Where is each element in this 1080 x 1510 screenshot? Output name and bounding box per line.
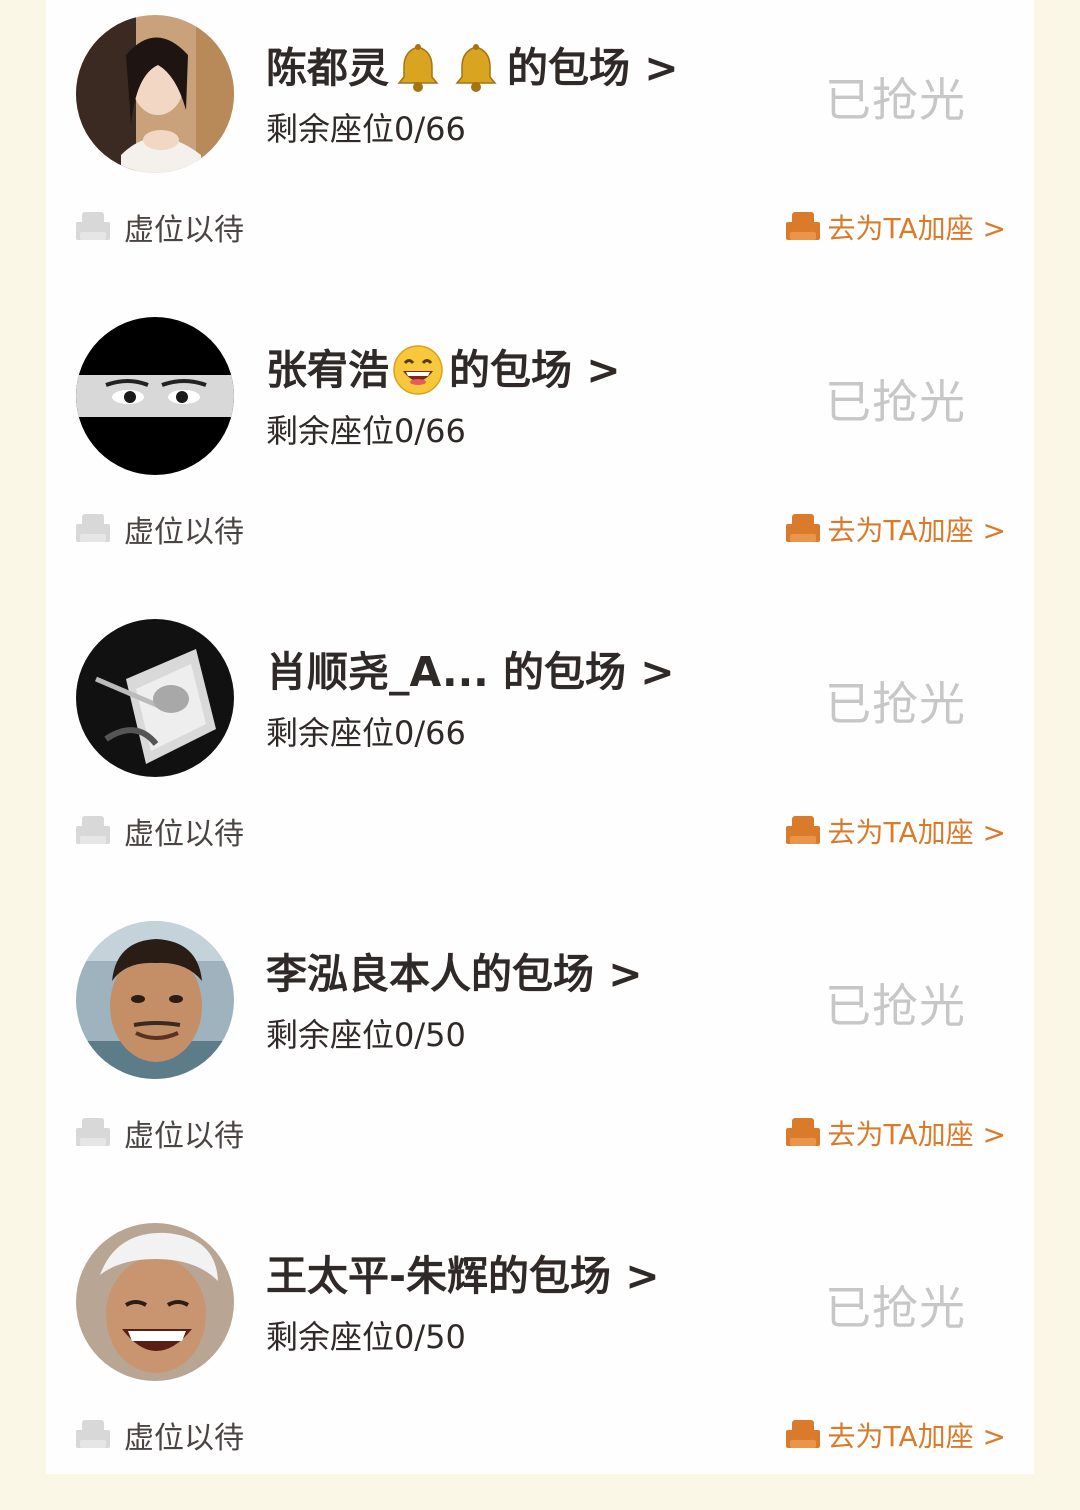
bell-icon [449,41,503,95]
seat-icon [76,1118,110,1146]
seat-icon [785,514,820,542]
seat-icon [76,514,110,542]
add-seat-button[interactable]: 去为TA加座 > [784,1413,1006,1457]
remaining-seats: 剩余座位0/66 [266,110,466,148]
avatar[interactable] [76,15,234,173]
seat-icon [785,212,820,240]
add-seat-label: 去为TA加座 > [827,816,1006,849]
host-name: 陈都灵 [266,44,389,92]
avatar[interactable] [76,921,234,1079]
screening-title[interactable]: 李泓良本人的包场 > [266,946,643,1002]
add-seat-label: 去为TA加座 > [827,1118,1006,1151]
wait-label: 虚位以待 [124,1119,244,1154]
add-seat-button[interactable]: 去为TA加座 > [784,507,1006,551]
sold-out-status: 已抢光 [825,73,966,127]
avatar[interactable] [76,317,234,475]
screening-card[interactable]: 张宥浩 的包场 > 剩余座位0/66 已抢光 虚位以待 去为TA加座 > [46,302,1034,604]
add-seat-label: 去为TA加座 > [827,212,1006,245]
wait-label: 虚位以待 [124,1421,244,1456]
host-name: 张宥浩 [266,346,389,394]
wait-label: 虚位以待 [124,515,244,550]
screening-title[interactable]: 肖顺尧_A... 的包场 > [266,644,675,700]
remaining-seats: 剩余座位0/66 [266,412,466,450]
seat-icon [785,1420,820,1448]
avatar[interactable] [76,1223,234,1381]
seat-icon [785,1118,820,1146]
vacant-seat-placeholder: 虚位以待 [74,1111,244,1155]
host-name: 王太平-朱辉的包场 > [266,1252,660,1300]
remaining-seats: 剩余座位0/50 [266,1016,466,1054]
screening-title[interactable]: 陈都灵 的包场 > [266,40,679,96]
avatar[interactable] [76,619,234,777]
screening-card[interactable]: 肖顺尧_A... 的包场 > 剩余座位0/66 已抢光 虚位以待 去为TA加座 … [46,604,1034,906]
sold-out-status: 已抢光 [825,677,966,731]
grinning-face-icon [391,343,445,397]
sold-out-status: 已抢光 [825,1281,966,1335]
sold-out-status: 已抢光 [825,979,966,1033]
screening-card[interactable]: 王太平-朱辉的包场 > 剩余座位0/50 已抢光 虚位以待 去为TA加座 > [46,1208,1034,1510]
add-seat-label: 去为TA加座 > [827,1420,1006,1453]
vacant-seat-placeholder: 虚位以待 [74,1413,244,1457]
add-seat-label: 去为TA加座 > [827,514,1006,547]
seat-icon [76,1420,110,1448]
seat-icon [76,212,110,240]
wait-label: 虚位以待 [124,817,244,852]
remaining-seats: 剩余座位0/66 [266,714,466,752]
seat-icon [785,816,820,844]
title-suffix: 的包场 > [507,44,679,92]
host-name: 肖顺尧_A... 的包场 > [266,648,675,696]
screening-card[interactable]: 陈都灵 的包场 > 剩余座位0/66 已抢光 虚位以待 去为TA加座 > [46,0,1034,302]
vacant-seat-placeholder: 虚位以待 [74,809,244,853]
remaining-seats: 剩余座位0/50 [266,1318,466,1356]
add-seat-button[interactable]: 去为TA加座 > [784,1111,1006,1155]
screening-title[interactable]: 张宥浩 的包场 > [266,342,621,398]
host-name: 李泓良本人的包场 > [266,950,643,998]
add-seat-button[interactable]: 去为TA加座 > [784,809,1006,853]
title-suffix: 的包场 > [449,346,621,394]
vacant-seat-placeholder: 虚位以待 [74,205,244,249]
screening-card[interactable]: 李泓良本人的包场 > 剩余座位0/50 已抢光 虚位以待 去为TA加座 > [46,906,1034,1208]
screening-list: 陈都灵 的包场 > 剩余座位0/66 已抢光 虚位以待 去为TA加座 > 张宥浩… [46,0,1034,1474]
sold-out-status: 已抢光 [825,375,966,429]
bell-icon [391,41,445,95]
screening-title[interactable]: 王太平-朱辉的包场 > [266,1248,660,1304]
seat-icon [76,816,110,844]
add-seat-button[interactable]: 去为TA加座 > [784,205,1006,249]
wait-label: 虚位以待 [124,213,244,248]
vacant-seat-placeholder: 虚位以待 [74,507,244,551]
